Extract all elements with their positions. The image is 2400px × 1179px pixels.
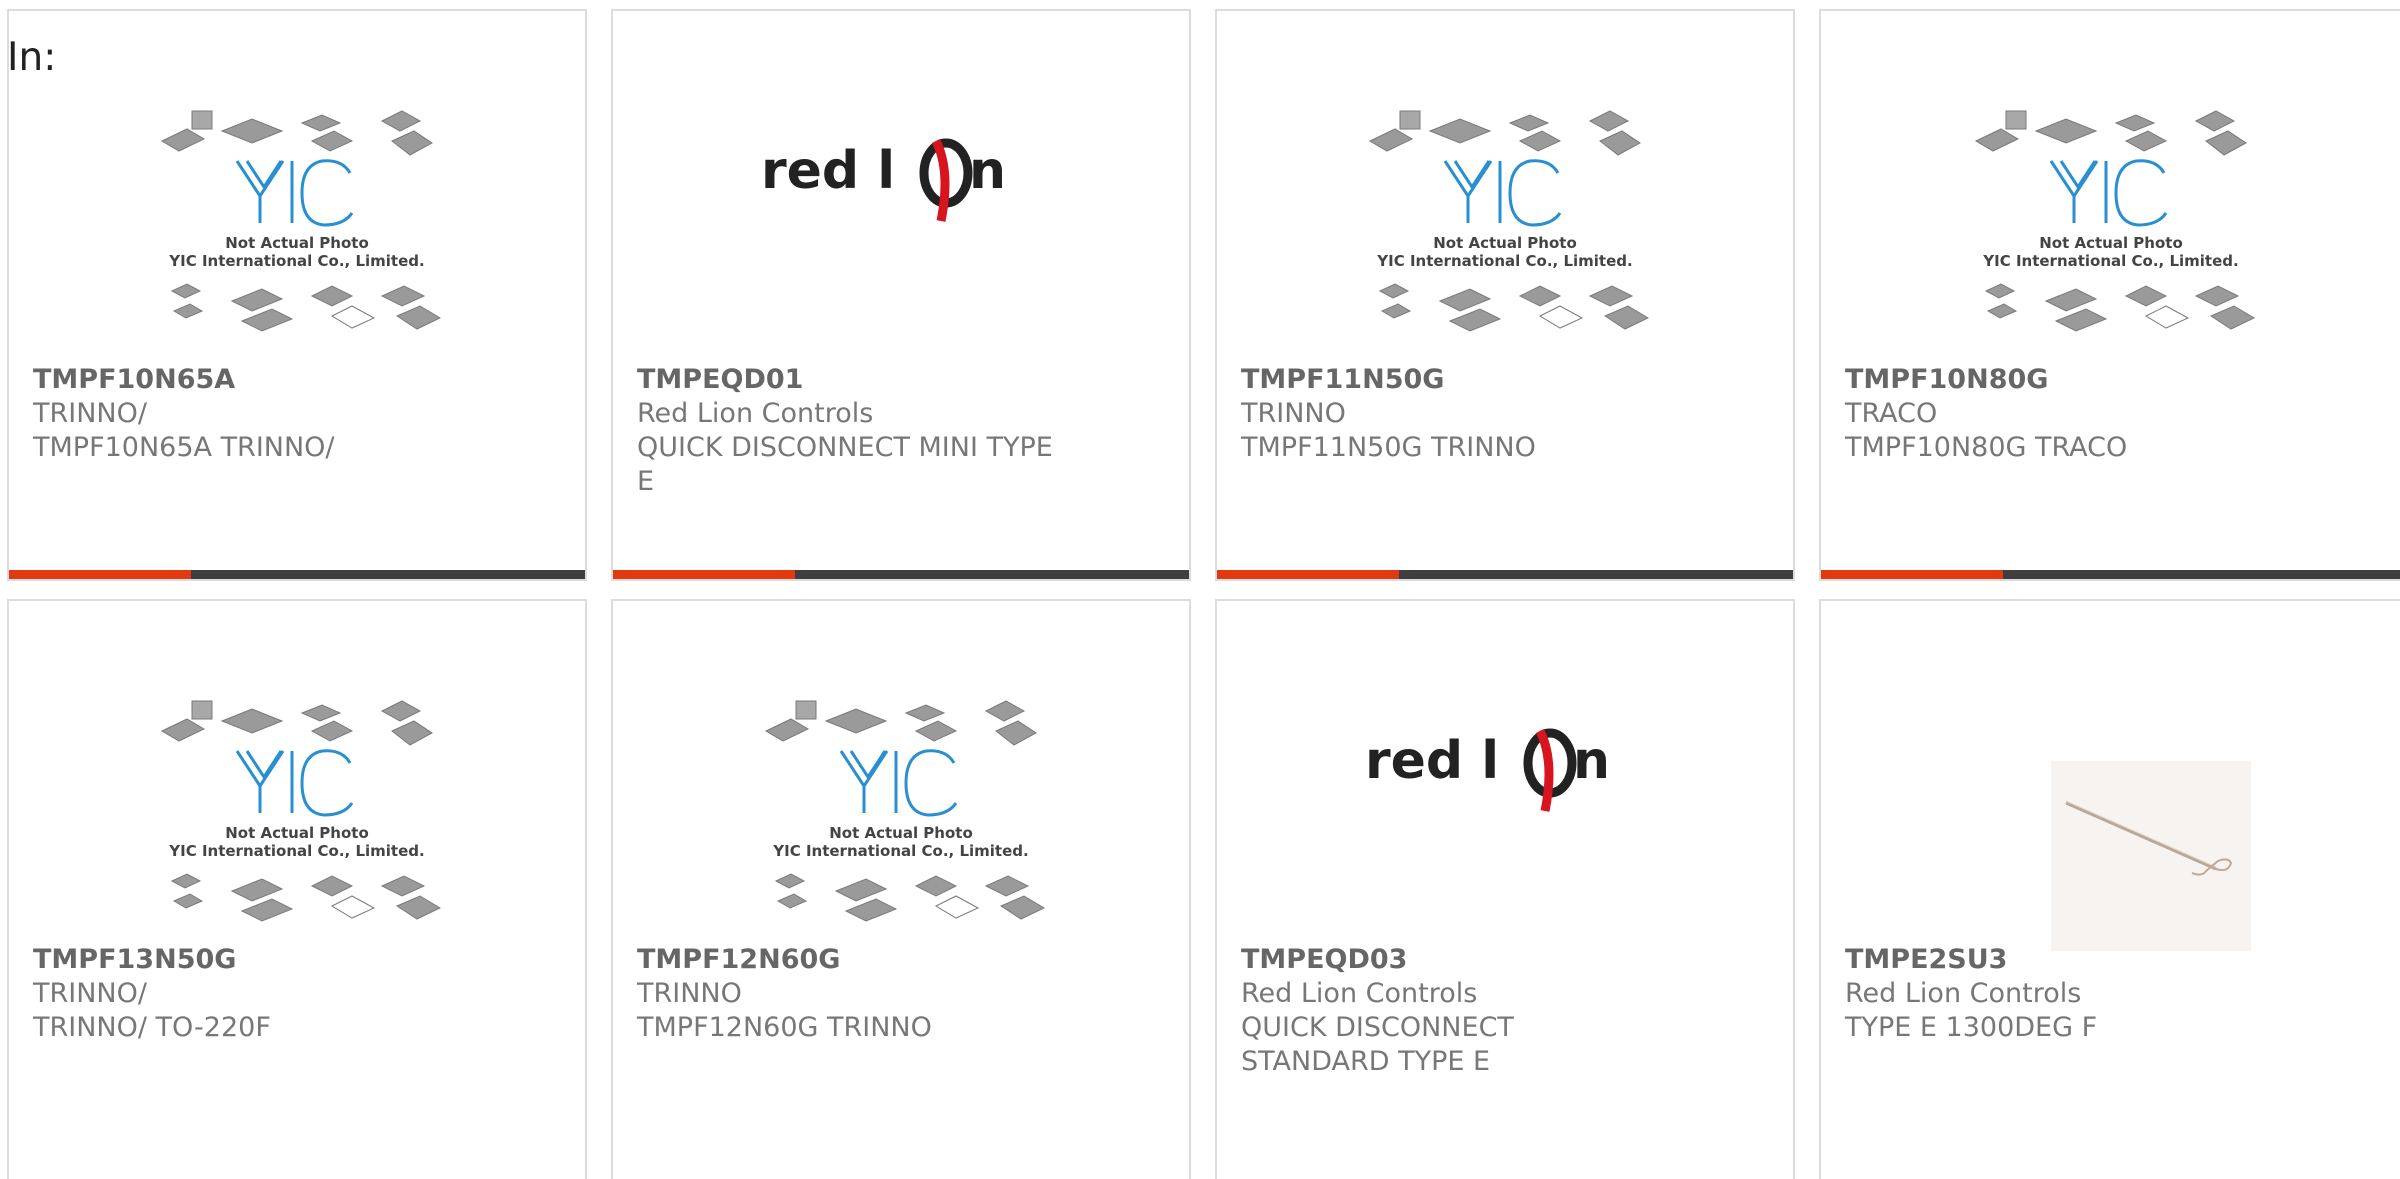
yic-caption-line-2: YIC International Co., Limited. xyxy=(1982,252,2238,270)
description: QUICK DISCONNECT STANDARD TYPE E xyxy=(1241,1012,1514,1077)
card-bottom-bar xyxy=(613,570,1189,579)
yic-placeholder-image: Not Actual Photo YIC International Co., … xyxy=(1368,110,1650,332)
svg-text:red l: red l xyxy=(761,141,895,201)
product-info: TMPEQD01 Red Lion Controls QUICK DISCONN… xyxy=(637,363,1165,499)
yic-caption-line-1: Not Actual Photo xyxy=(225,234,369,252)
yic-caption-line-2: YIC International Co., Limited. xyxy=(772,842,1028,860)
manufacturer: TRACO xyxy=(1845,398,1938,429)
part-number[interactable]: TMPEQD03 xyxy=(1241,943,1769,977)
part-number[interactable]: TMPF11N50G xyxy=(1241,363,1769,397)
product-card[interactable]: Not Actual Photo YIC International Co., … xyxy=(611,599,1191,1179)
product-card[interactable]: red l n TMPEQD01 Red Lion Controls QUICK… xyxy=(611,9,1191,581)
yic-caption-line-1: Not Actual Photo xyxy=(2039,234,2183,252)
product-card[interactable]: Not Actual Photo YIC International Co., … xyxy=(7,599,587,1179)
card-bottom-bar xyxy=(9,570,585,579)
yic-caption-line-2: YIC International Co., Limited. xyxy=(1376,252,1632,270)
part-number[interactable]: TMPEQD01 xyxy=(637,363,1165,397)
product-info: TMPF10N65A TRINNO/ TMPF10N65A TRINNO/ xyxy=(33,363,561,465)
manufacturer: Red Lion Controls xyxy=(1845,978,2082,1009)
product-info: TMPF13N50G TRINNO/ TRINNO/ TO-220F xyxy=(33,943,561,1045)
description: TYPE E 1300DEG F xyxy=(1845,1012,2098,1043)
part-number[interactable]: TMPF13N50G xyxy=(33,943,561,977)
description: TRINNO/ TO-220F xyxy=(33,1012,271,1043)
part-number[interactable]: TMPF12N60G xyxy=(637,943,1165,977)
thermocouple-probe-image xyxy=(2050,761,2251,951)
card-bottom-bar xyxy=(1821,570,2400,579)
product-card[interactable]: Not Actual Photo YIC International Co., … xyxy=(1819,9,2400,581)
card-accent-bar xyxy=(1217,570,1399,579)
manufacturer: TRINNO/ xyxy=(33,398,147,429)
yic-placeholder-image: Not Actual Photo YIC International Co., … xyxy=(160,110,442,332)
description: TMPF10N80G TRACO xyxy=(1845,432,2128,463)
description: TMPF10N65A TRINNO/ xyxy=(33,432,335,463)
part-number[interactable]: TMPE2SU3 xyxy=(1845,943,2376,977)
product-card[interactable]: Not Actual Photo YIC International Co., … xyxy=(1215,9,1795,581)
product-info: TMPF12N60G TRINNO TMPF12N60G TRINNO xyxy=(637,943,1165,1045)
product-info: TMPF10N80G TRACO TMPF10N80G TRACO xyxy=(1845,363,2376,465)
manufacturer: TRINNO xyxy=(637,978,742,1009)
product-card[interactable]: Not Actual Photo YIC International Co., … xyxy=(7,9,587,581)
svg-text:n: n xyxy=(1573,731,1610,791)
svg-text:red l: red l xyxy=(1365,731,1499,791)
card-accent-bar xyxy=(613,570,795,579)
product-grid: Not Actual Photo YIC International Co., … xyxy=(0,0,2400,1179)
yic-placeholder-image: Not Actual Photo YIC International Co., … xyxy=(764,700,1046,922)
card-accent-bar xyxy=(9,570,191,579)
in-label: In: xyxy=(7,35,57,80)
description: TMPF11N50G TRINNO xyxy=(1241,432,1536,463)
yic-caption-line-2: YIC International Co., Limited. xyxy=(168,842,424,860)
yic-placeholder-image: Not Actual Photo YIC International Co., … xyxy=(1974,110,2255,332)
product-info: TMPEQD03 Red Lion Controls QUICK DISCONN… xyxy=(1241,943,1769,1079)
product-info: TMPF11N50G TRINNO TMPF11N50G TRINNO xyxy=(1241,363,1769,465)
description: QUICK DISCONNECT MINI TYPE E xyxy=(637,432,1053,497)
product-info: TMPE2SU3 Red Lion Controls TYPE E 1300DE… xyxy=(1845,943,2376,1045)
manufacturer: Red Lion Controls xyxy=(637,398,874,429)
yic-placeholder-image: Not Actual Photo YIC International Co., … xyxy=(160,700,442,922)
product-card[interactable]: red l n TMPEQD03 Red Lion Controls QUICK… xyxy=(1215,599,1795,1179)
manufacturer: TRINNO xyxy=(1241,398,1346,429)
yic-caption-line-1: Not Actual Photo xyxy=(225,824,369,842)
manufacturer: Red Lion Controls xyxy=(1241,978,1478,1009)
part-number[interactable]: TMPF10N65A xyxy=(33,363,561,397)
card-bottom-bar xyxy=(1217,570,1793,579)
product-card[interactable]: TMPE2SU3 Red Lion Controls TYPE E 1300DE… xyxy=(1819,599,2400,1179)
red-lion-logo: red l n xyxy=(1365,728,1610,812)
yic-caption-line-1: Not Actual Photo xyxy=(829,824,973,842)
part-number[interactable]: TMPF10N80G xyxy=(1845,363,2376,397)
red-lion-logo: red l n xyxy=(761,138,1006,222)
manufacturer: TRINNO/ xyxy=(33,978,147,1009)
yic-caption-line-2: YIC International Co., Limited. xyxy=(168,252,424,270)
yic-caption-line-1: Not Actual Photo xyxy=(1433,234,1577,252)
description: TMPF12N60G TRINNO xyxy=(637,1012,932,1043)
card-accent-bar xyxy=(1821,570,2003,579)
svg-text:n: n xyxy=(969,141,1006,201)
